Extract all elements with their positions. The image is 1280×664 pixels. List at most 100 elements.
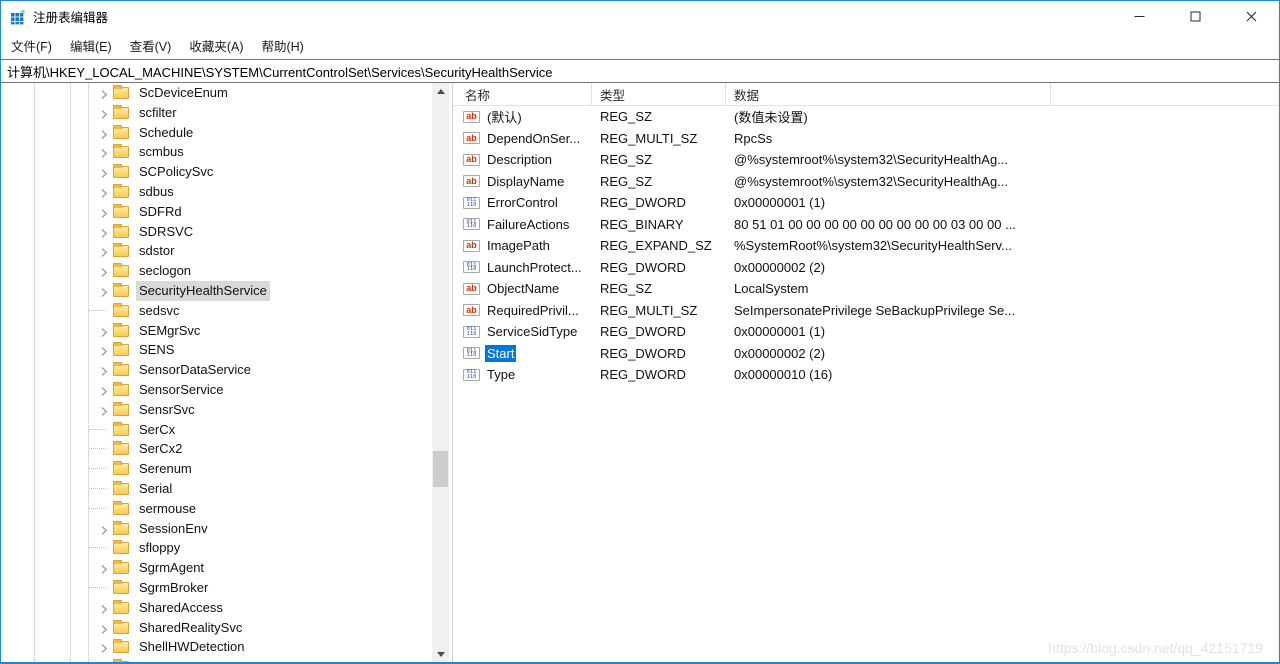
tree-item[interactable]: SENS	[1, 340, 430, 360]
tree-item[interactable]: SEMgrSvc	[1, 321, 430, 341]
tree-item[interactable]: SharedAccess	[1, 598, 430, 618]
tree-item[interactable]: SensorDataService	[1, 360, 430, 380]
chevron-right-icon[interactable]	[99, 661, 110, 662]
registry-value-row[interactable]: 011 110 FailureActions REG_BINARY 80 51 01 0…	[453, 214, 1279, 236]
tree-item[interactable]	[1, 657, 430, 662]
tree-item[interactable]: SerCx2	[1, 439, 430, 459]
tree-item[interactable]: SerCx	[1, 420, 430, 440]
close-button[interactable]	[1223, 1, 1279, 32]
chevron-right-icon[interactable]	[99, 602, 110, 614]
tree-item[interactable]: Serenum	[1, 459, 430, 479]
scroll-down-button[interactable]	[432, 646, 449, 662]
menu-item[interactable]: 文件(F)	[2, 32, 61, 59]
menu-item[interactable]: 帮助(H)	[252, 32, 312, 59]
address-bar[interactable]: 计算机\HKEY_LOCAL_MACHINE\SYSTEM\CurrentCon…	[1, 59, 1279, 83]
tree-item[interactable]: sdstor	[1, 241, 430, 261]
folder-icon	[113, 243, 129, 258]
tree-item[interactable]: SCPolicySvc	[1, 162, 430, 182]
registry-value-row[interactable]: 011 110 Start REG_DWORD 0x00000002 (2)	[453, 343, 1279, 365]
tree-item[interactable]: SgrmAgent	[1, 558, 430, 578]
tree-item-label: sdstor	[139, 243, 175, 259]
tree-item[interactable]: SgrmBroker	[1, 578, 430, 598]
registry-value-row[interactable]: ab DisplayName REG_SZ @%systemroot%\system3…	[453, 171, 1279, 193]
tree-item[interactable]: scfilter	[1, 103, 430, 123]
tree-item[interactable]: ScDeviceEnum	[1, 83, 430, 103]
scrollbar-thumb[interactable]	[433, 451, 448, 487]
registry-value-row[interactable]: ab ObjectName REG_SZ LocalSystem	[453, 278, 1279, 300]
value-rows: ab (默认) REG_SZ (数值未设置) ab DependOnSer... REG_M…	[453, 106, 1279, 386]
folder-icon	[113, 124, 129, 139]
chevron-right-icon[interactable]	[99, 562, 110, 575]
value-data-cell: LocalSystem	[734, 281, 809, 297]
registry-value-row[interactable]: 011 110 Type REG_DWORD 0x00000010 (16)	[453, 364, 1279, 386]
tree-item[interactable]: ShellHWDetection	[1, 637, 430, 657]
value-name: (默认)	[487, 110, 522, 126]
tree-item[interactable]: SessionEnv	[1, 519, 430, 539]
menu-item[interactable]: 收藏夹(A)	[180, 32, 252, 59]
chevron-right-icon[interactable]	[99, 265, 110, 278]
chevron-right-icon[interactable]	[99, 127, 110, 139]
folder-icon	[113, 104, 129, 119]
chevron-right-icon[interactable]	[99, 523, 110, 535]
chevron-right-icon[interactable]	[99, 622, 110, 634]
registry-value-row[interactable]: 011 110 LaunchProtect... REG_DWORD 0x0000000…	[453, 257, 1279, 279]
tree-item[interactable]: Serial	[1, 479, 430, 499]
tree-item[interactable]: SDFRd	[1, 202, 430, 222]
chevron-right-icon[interactable]	[99, 325, 110, 337]
value-name: Start	[485, 344, 517, 362]
registry-value-row[interactable]: ab DependOnSer... REG_MULTI_SZ RpcSs	[453, 128, 1279, 150]
tree-item[interactable]: sedsvc	[1, 301, 430, 321]
column-header-name[interactable]: 名称	[453, 83, 592, 105]
chevron-right-icon[interactable]	[99, 206, 110, 218]
tree-item[interactable]: SDRSVC	[1, 222, 430, 242]
registry-value-row[interactable]: ab (默认) REG_SZ (数值未设置)	[453, 106, 1279, 128]
chevron-right-icon[interactable]	[99, 107, 110, 119]
registry-value-row[interactable]: ab ImagePath REG_EXPAND_SZ %SystemRoot%\sys…	[453, 235, 1279, 257]
folder-icon	[113, 144, 129, 159]
close-icon	[1246, 11, 1256, 22]
tree-item[interactable]: SecurityHealthService	[1, 280, 430, 301]
string-value-icon: ab	[463, 110, 480, 123]
registry-value-row[interactable]: ab Description REG_SZ @%systemroot%\system3…	[453, 149, 1279, 171]
chevron-right-icon[interactable]	[99, 186, 110, 198]
chevron-right-icon[interactable]	[99, 87, 110, 99]
chevron-right-icon[interactable]	[99, 404, 110, 416]
chevron-right-icon[interactable]	[99, 344, 110, 357]
leaf-dash-icon	[89, 309, 107, 311]
tree-item[interactable]: SensorService	[1, 380, 430, 400]
chevron-right-icon[interactable]	[99, 285, 110, 297]
tree-vertical-scrollbar[interactable]	[432, 83, 449, 662]
tree-item[interactable]: sermouse	[1, 499, 430, 519]
tree-item[interactable]: seclogon	[1, 261, 430, 281]
string-value-icon: ab	[463, 153, 480, 166]
tree-item[interactable]: SharedRealitySvc	[1, 618, 430, 638]
value-name-cell: ab DependOnSer...	[453, 130, 592, 147]
registry-value-row[interactable]: 011 110 ServiceSidType REG_DWORD 0x00000001 …	[453, 321, 1279, 343]
folder-icon	[113, 164, 129, 179]
chevron-right-icon[interactable]	[99, 226, 110, 238]
column-header-type[interactable]: 类型	[592, 83, 726, 105]
registry-value-row[interactable]: ab RequiredPrivil... REG_MULTI_SZ SeImperso…	[453, 300, 1279, 322]
value-name: ImagePath	[487, 238, 550, 254]
chevron-right-icon[interactable]	[99, 641, 110, 654]
tree-item-label: SgrmBroker	[139, 579, 209, 595]
minimize-button[interactable]	[1111, 1, 1167, 32]
maximize-button[interactable]	[1167, 1, 1223, 32]
tree-item[interactable]: sfloppy	[1, 538, 430, 558]
chevron-right-icon[interactable]	[99, 166, 110, 179]
tree-item[interactable]: Schedule	[1, 123, 430, 143]
chevron-right-icon[interactable]	[99, 146, 110, 159]
chevron-right-icon[interactable]	[99, 245, 110, 258]
value-name: ServiceSidType	[487, 324, 578, 340]
value-data-cell: 80 51 01 00 00 00 00 00 00 00 00 00 03 0…	[734, 216, 1016, 232]
column-header-data[interactable]: 数据	[726, 83, 1051, 105]
chevron-right-icon[interactable]	[99, 384, 110, 396]
chevron-right-icon[interactable]	[99, 364, 110, 377]
scroll-up-button[interactable]	[432, 83, 449, 100]
tree-item[interactable]: scmbus	[1, 142, 430, 162]
tree-item[interactable]: SensrSvc	[1, 400, 430, 420]
menu-item[interactable]: 查看(V)	[121, 32, 181, 59]
menu-item[interactable]: 编辑(E)	[61, 32, 121, 59]
registry-value-row[interactable]: 011 110 ErrorControl REG_DWORD 0x00000001 (1…	[453, 192, 1279, 214]
tree-item[interactable]: sdbus	[1, 182, 430, 202]
